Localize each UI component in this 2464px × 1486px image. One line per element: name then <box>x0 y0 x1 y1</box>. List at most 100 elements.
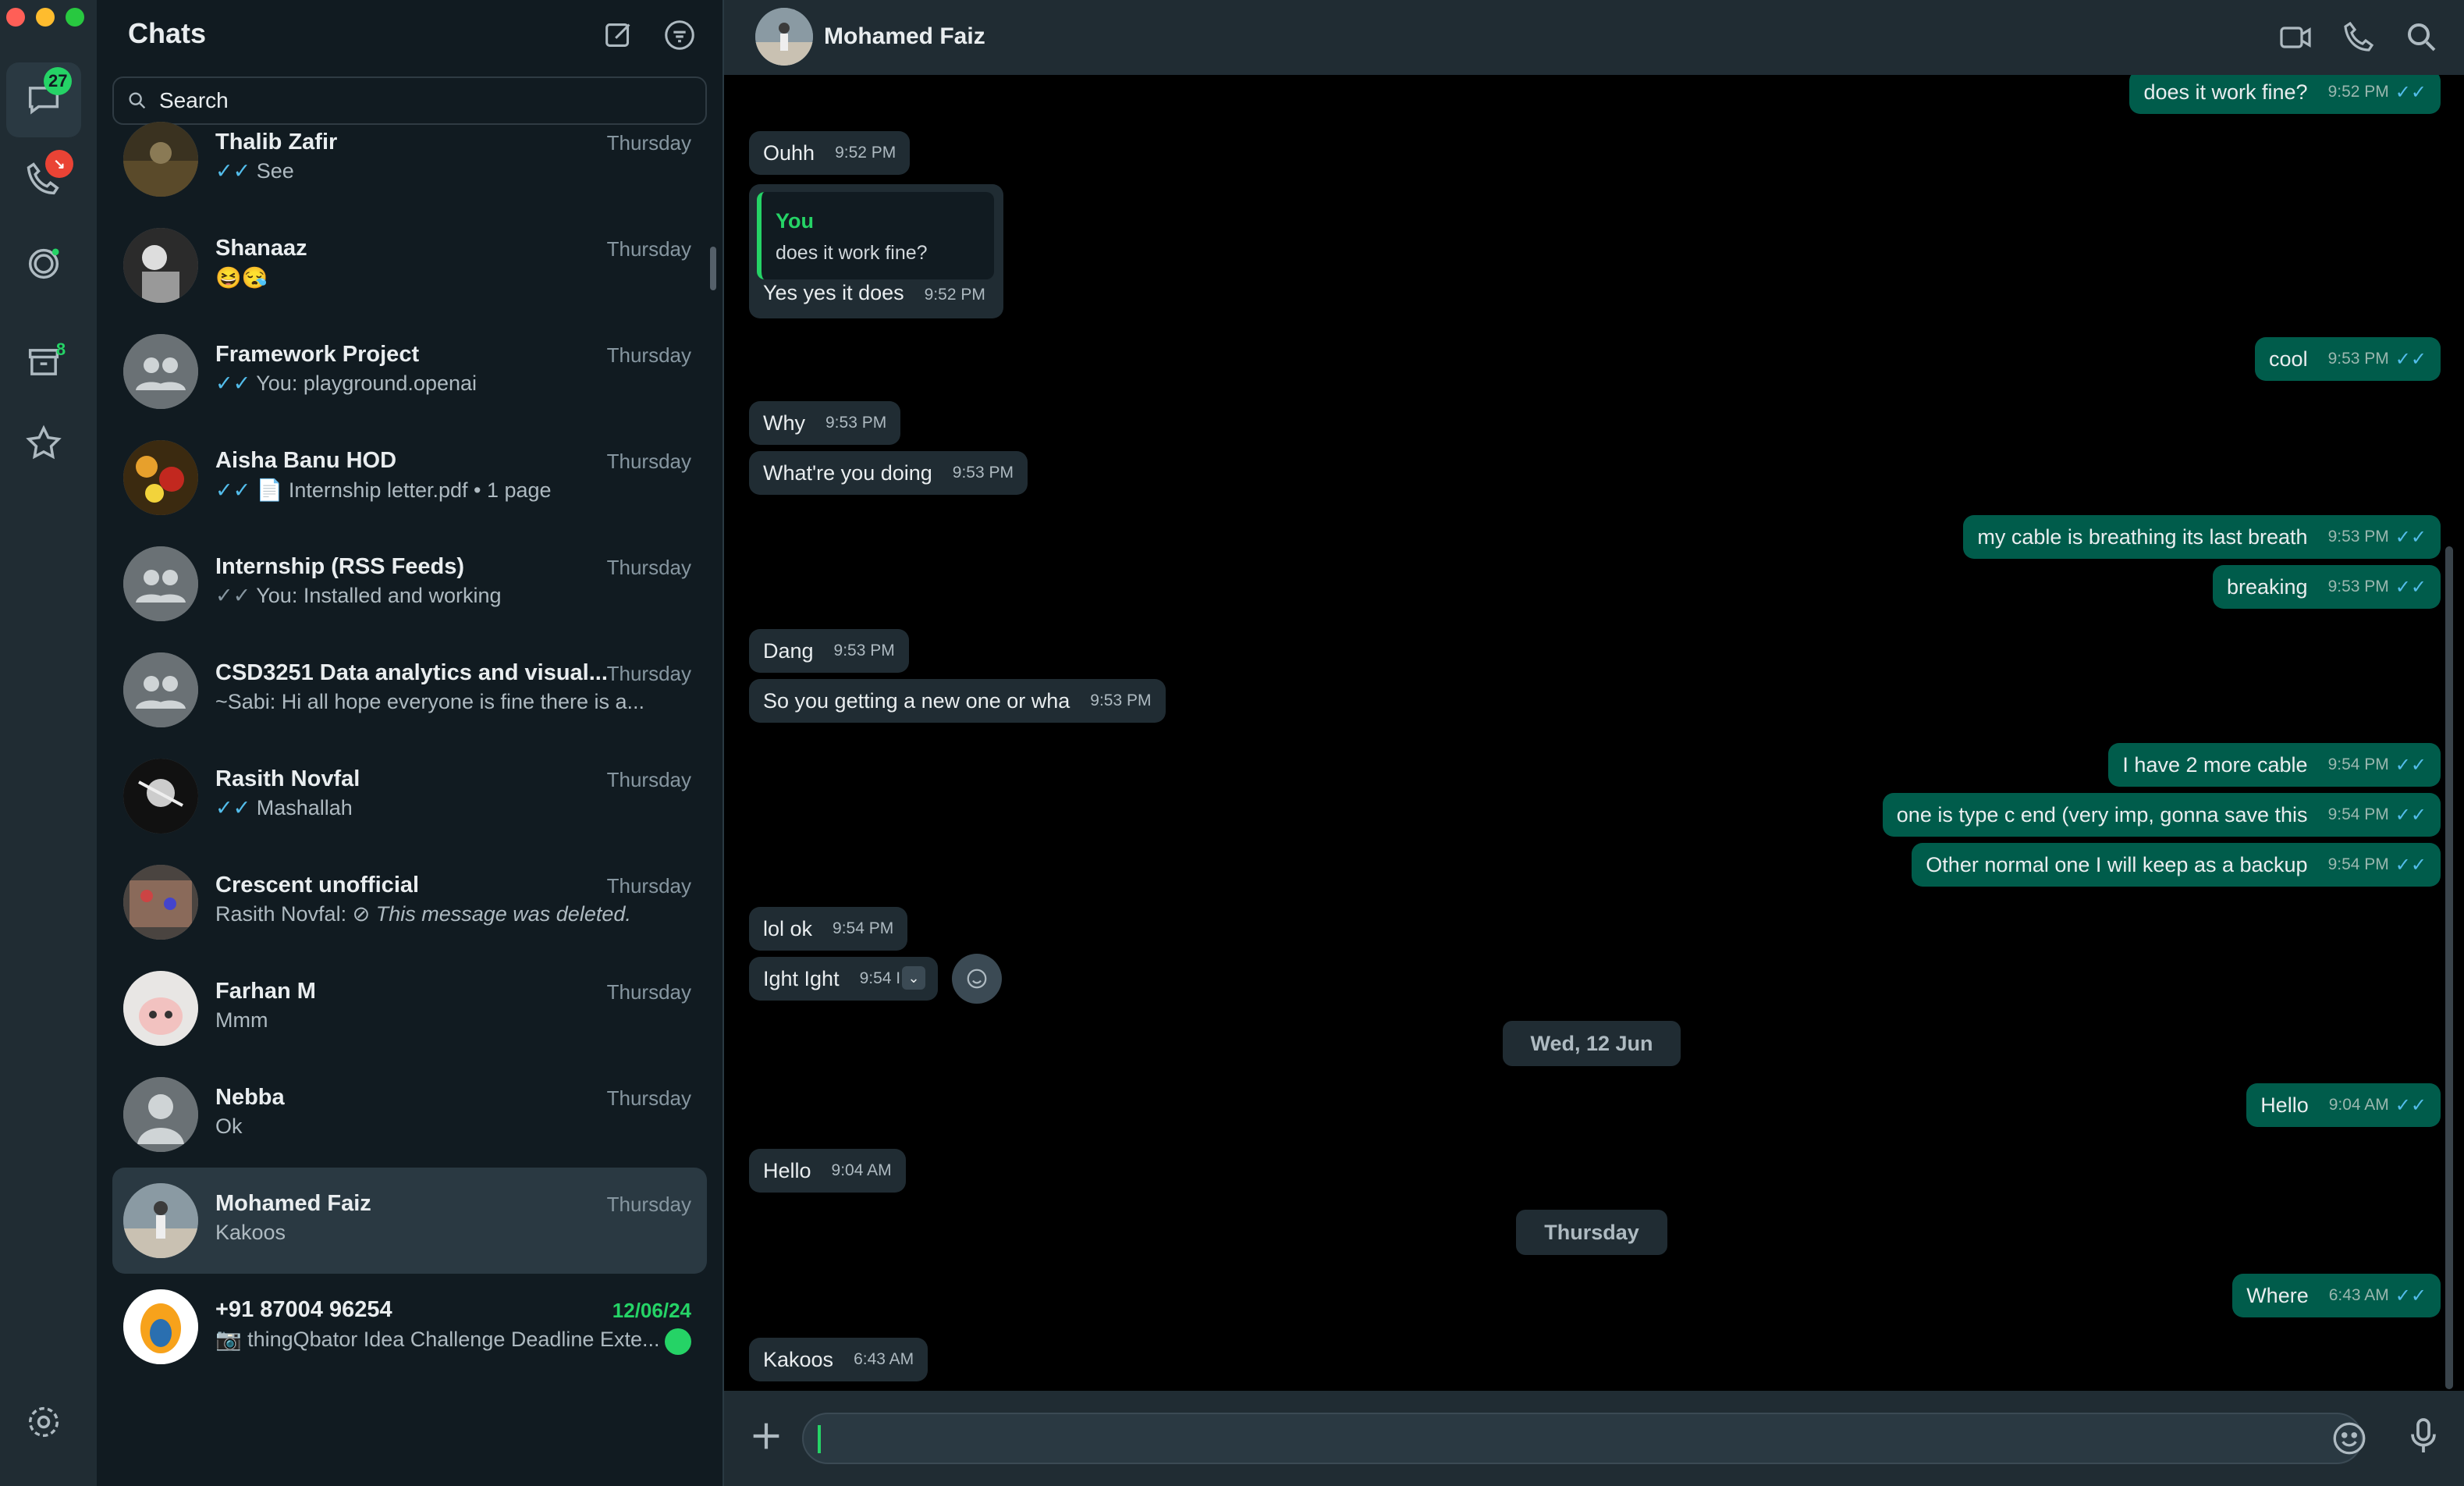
incoming-message[interactable]: What're you doing 9:53 PM <box>749 451 1028 495</box>
chat-time: Thursday <box>606 1086 691 1110</box>
message-text: my cable is breathing its last breath <box>1977 524 2308 549</box>
message-time: 9:53 PM <box>952 464 1014 482</box>
calls-tab[interactable]: ↘ <box>6 142 81 217</box>
outgoing-message[interactable]: Where 6:43 AM ✓✓ <box>2232 1274 2441 1317</box>
outgoing-message[interactable]: does it work fine? 9:52 PM ✓✓ <box>2129 75 2441 114</box>
message-time: 9:53 PM <box>825 414 887 432</box>
message-text: one is type c end (very imp, gonna save … <box>1896 802 2308 827</box>
chat-time: Thursday <box>606 131 691 155</box>
starred-tab[interactable] <box>6 406 81 481</box>
incoming-message[interactable]: Hello 9:04 AM <box>749 1149 906 1193</box>
text-cursor <box>818 1425 821 1453</box>
message-time: 9:53 PM <box>1090 691 1152 709</box>
minimize-window-button[interactable] <box>36 8 55 27</box>
message-scrollbar[interactable] <box>2445 546 2453 1389</box>
unread-dot <box>665 1328 691 1355</box>
message-text: lol ok <box>763 916 813 940</box>
zoom-window-button[interactable] <box>66 8 84 27</box>
emoji-icon[interactable] <box>2330 1419 2369 1458</box>
archived-tab[interactable]: 8 <box>6 325 81 400</box>
incoming-message[interactable]: Ouhh 9:52 PM <box>749 131 911 175</box>
video-call-icon[interactable] <box>2277 19 2314 56</box>
read-tick-icon: ✓✓ <box>215 372 257 395</box>
chats-tab[interactable]: 27 <box>6 62 81 137</box>
new-chat-icon[interactable] <box>601 17 637 53</box>
message-text: Other normal one I will keep as a backup <box>1926 852 2308 876</box>
chat-row[interactable]: CSD3251 Data analytics and visual... Thur… <box>112 637 707 743</box>
message-menu-chevron-icon[interactable]: ⌄ <box>902 966 925 990</box>
conversation-header: Mohamed Faiz <box>724 0 2464 75</box>
chat-list-scrollbar[interactable] <box>710 247 716 290</box>
quote-text: does it work fine? <box>776 242 928 264</box>
search-in-chat-icon[interactable] <box>2403 19 2441 56</box>
read-receipt-icon: ✓✓ <box>2395 348 2427 370</box>
message-time: 9:54 I <box>859 969 901 987</box>
outgoing-message[interactable]: Other normal one I will keep as a backup… <box>1912 843 2441 887</box>
nav-rail: 27 ↘ 8 <box>0 0 98 1486</box>
message-time: 9:04 AM <box>2328 1096 2389 1114</box>
chat-preview: 📷 thingQbator Idea Challenge Deadline Ex… <box>215 1328 660 1351</box>
message-input[interactable] <box>802 1413 2363 1464</box>
react-emoji-button[interactable] <box>952 954 1002 1004</box>
chat-time: Thursday <box>606 662 691 685</box>
incoming-message[interactable]: Dang 9:53 PM <box>749 629 909 673</box>
message-time: 9:04 AM <box>831 1161 892 1179</box>
outgoing-message[interactable]: my cable is breathing its last breath 9:5… <box>1963 515 2441 559</box>
conversation-panel: Mohamed Faiz does it work fine? 9:52 PM ✓✓… <box>724 0 2464 1486</box>
chat-preview: Mmm <box>215 1008 268 1032</box>
incoming-message[interactable]: Kakoos 6:43 AM <box>749 1338 928 1381</box>
chat-name: +91 87004 96254 <box>215 1297 392 1322</box>
chat-row[interactable]: Crescent unofficial Thursday Rasith Novfal… <box>112 849 707 955</box>
chat-preview: Rasith Novfal: ⊘ This message was delete… <box>215 902 631 926</box>
message-time: 9:52 PM <box>2327 83 2389 101</box>
attach-plus-icon[interactable] <box>744 1414 788 1458</box>
chat-preview: ✓✓ Mashallah <box>215 796 353 819</box>
message-time: 9:52 PM <box>924 286 985 304</box>
read-receipt-icon: ✓✓ <box>2395 526 2427 548</box>
voice-call-icon[interactable] <box>2341 19 2378 56</box>
message-text: Ight Ight <box>763 966 840 990</box>
avatar <box>123 971 198 1046</box>
outgoing-message[interactable]: cool 9:53 PM ✓✓ <box>2255 337 2441 381</box>
message-time: 9:54 PM <box>833 919 894 937</box>
read-tick-icon: ✓✓ <box>215 159 257 183</box>
message-list[interactable]: does it work fine? 9:52 PM ✓✓ Ouhh 9:52 PM Yo… <box>724 75 2464 1391</box>
incoming-message[interactable]: Why 9:53 PM <box>749 401 901 445</box>
outgoing-message[interactable]: I have 2 more cable 9:54 PM ✓✓ <box>2108 743 2441 787</box>
outgoing-message[interactable]: one is type c end (very imp, gonna save … <box>1882 793 2441 837</box>
chat-row[interactable]: +91 87004 96254 12/06/24 📷 thingQbator Ide… <box>112 1274 707 1380</box>
chat-row[interactable]: Farhan M Thursday Mmm <box>112 955 707 1061</box>
message-text: Where <box>2246 1283 2309 1307</box>
message-text: Hello <box>2260 1093 2309 1117</box>
gear-icon <box>28 1406 59 1438</box>
message-text: Ouhh <box>763 140 815 165</box>
message-time: 9:54 PM <box>2327 805 2389 823</box>
outgoing-message[interactable]: breaking 9:53 PM ✓✓ <box>2212 565 2441 609</box>
chat-row[interactable]: Shanaaz Thursday 😆😪 <box>112 212 707 318</box>
message-time: 9:53 PM <box>2327 350 2389 368</box>
outgoing-message[interactable]: Hello 9:04 AM ✓✓ <box>2246 1083 2441 1127</box>
avatar <box>123 334 198 409</box>
contact-avatar[interactable] <box>755 8 813 66</box>
message-text: I have 2 more cable <box>2122 752 2308 777</box>
message-time: 6:43 AM <box>2328 1286 2389 1304</box>
chat-row[interactable]: Thalib Zafir Thursday ✓✓ See <box>112 106 707 212</box>
microphone-icon[interactable] <box>2402 1414 2445 1458</box>
chat-row[interactable]: Nebba Thursday Ok <box>112 1061 707 1168</box>
chat-row[interactable]: Mohamed Faiz Thursday Kakoos <box>112 1168 707 1274</box>
incoming-message[interactable]: lol ok 9:54 PM <box>749 907 908 951</box>
contact-name[interactable]: Mohamed Faiz <box>824 23 985 50</box>
chat-row[interactable]: Rasith Novfal Thursday ✓✓ Mashallah <box>112 743 707 849</box>
chat-row[interactable]: Aisha Banu HOD Thursday ✓✓ 📄 Internship le… <box>112 425 707 531</box>
close-window-button[interactable] <box>6 8 25 27</box>
composer-bar <box>724 1391 2464 1486</box>
chat-row[interactable]: Framework Project Thursday ✓✓ You: playgro… <box>112 318 707 425</box>
status-tab[interactable] <box>6 226 81 301</box>
filter-icon[interactable] <box>662 17 698 53</box>
avatar <box>123 546 198 621</box>
quoted-message[interactable]: You does it work fine? <box>757 192 994 279</box>
reply-message-bubble[interactable]: You does it work fine? Yes yes it does 9:52… <box>749 184 1003 318</box>
incoming-message[interactable]: So you getting a new one or wha 9:53 PM <box>749 679 1166 723</box>
chat-row[interactable]: Internship (RSS Feeds) Thursday ✓✓ You: In… <box>112 531 707 637</box>
settings-button[interactable] <box>6 1385 81 1459</box>
